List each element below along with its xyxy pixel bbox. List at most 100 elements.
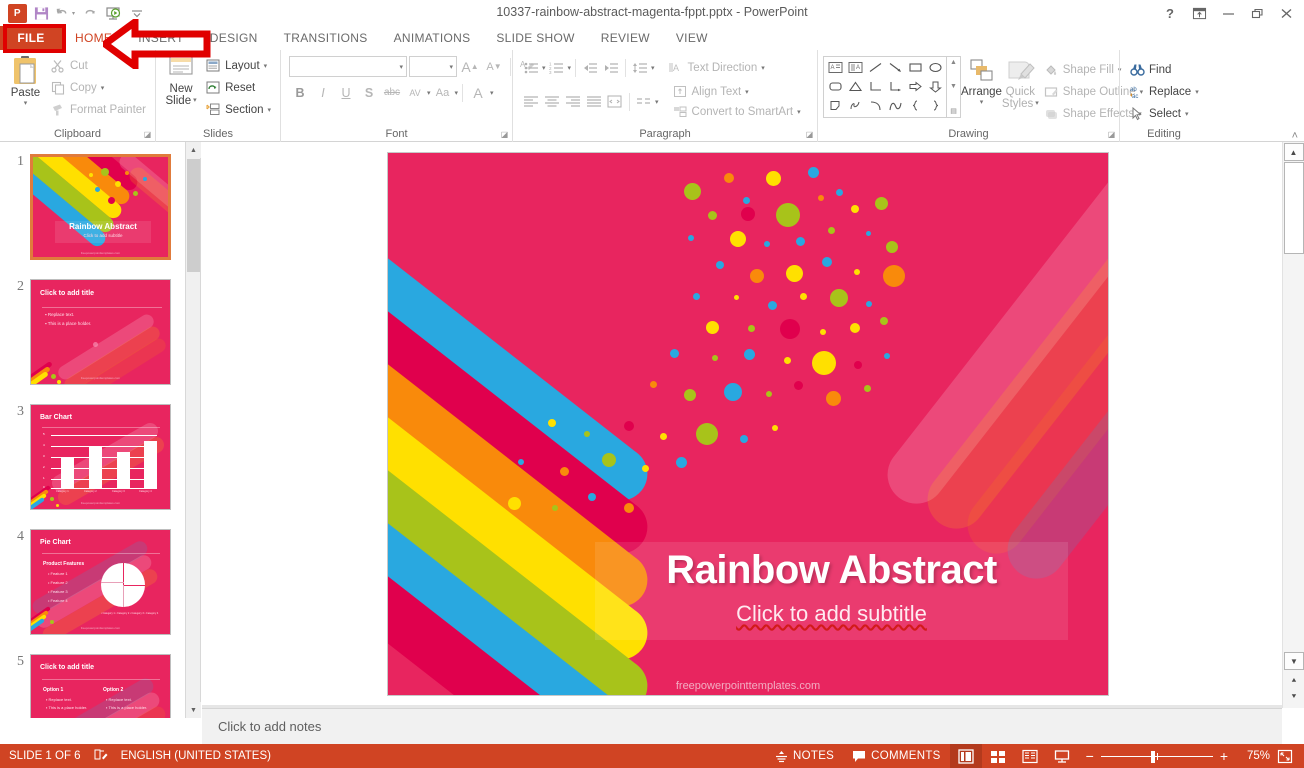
normal-view-button[interactable] bbox=[950, 744, 982, 768]
shape-curve[interactable] bbox=[885, 96, 905, 115]
thumbnail-pane-scrollbar[interactable]: ▲ ▼ bbox=[186, 142, 201, 718]
drawing-dialog-launcher[interactable]: ◪ bbox=[1107, 130, 1116, 139]
tab-design[interactable]: DESIGN bbox=[197, 26, 271, 50]
shape-elbow-connector[interactable] bbox=[865, 77, 885, 96]
thumbnail-scrollbar-thumb[interactable] bbox=[187, 159, 200, 272]
thumbnail-slide-3[interactable]: 3 Bar Chart bbox=[8, 404, 171, 510]
restore-button[interactable] bbox=[1243, 2, 1271, 24]
line-spacing-button[interactable] bbox=[630, 58, 650, 78]
vertical-scrollbar-thumb[interactable] bbox=[1284, 162, 1304, 254]
shape-right-arrow[interactable] bbox=[905, 77, 925, 96]
font-color-button[interactable]: A bbox=[467, 82, 489, 103]
add-columns-button[interactable] bbox=[634, 92, 654, 112]
layout-button[interactable]: Layout ▾ bbox=[201, 55, 275, 76]
zoom-level[interactable]: 75% bbox=[1236, 750, 1270, 762]
shape-down-arrow[interactable] bbox=[925, 77, 945, 96]
shape-arrow[interactable] bbox=[885, 58, 905, 77]
slide-subtitle-placeholder[interactable]: Click to add subtitle bbox=[595, 601, 1068, 627]
shape-arc[interactable] bbox=[865, 96, 885, 115]
thumbnail-scroll-up-icon[interactable]: ▲ bbox=[186, 142, 201, 158]
tab-insert[interactable]: INSERT bbox=[125, 26, 197, 50]
thumbnail-slide-5[interactable]: 5 Click to add title Option 1 ▪ Replace … bbox=[8, 654, 171, 718]
tab-slide-show[interactable]: SLIDE SHOW bbox=[483, 26, 587, 50]
copy-button[interactable]: Copy ▾ bbox=[46, 77, 150, 98]
numbering-button[interactable]: 123 bbox=[547, 58, 567, 78]
thumbnail-scroll-down-icon[interactable]: ▼ bbox=[186, 702, 201, 718]
shape-vertical-text-box[interactable]: A bbox=[845, 58, 865, 77]
zoom-slider[interactable] bbox=[1101, 750, 1213, 762]
comments-button[interactable]: COMMENTS bbox=[843, 744, 949, 768]
shapes-gallery-scroll[interactable]: ▲ ▼ ▤ bbox=[947, 56, 961, 118]
gallery-more-icon[interactable]: ▤ bbox=[950, 107, 957, 115]
ribbon-display-options-icon[interactable] bbox=[1185, 2, 1213, 24]
columns-button[interactable] bbox=[605, 92, 625, 112]
tab-view[interactable]: VIEW bbox=[663, 26, 721, 50]
text-direction-button[interactable]: A Text Direction ▾ bbox=[664, 57, 769, 78]
align-center-button[interactable] bbox=[542, 92, 562, 112]
thumbnail-slide-4[interactable]: 4 Pie Chart Product Features • Feature 1… bbox=[8, 529, 171, 635]
fit-slide-to-window-button[interactable] bbox=[1270, 744, 1300, 768]
next-slide-button[interactable]: ⯆ bbox=[1284, 689, 1304, 704]
text-shadow-button[interactable]: S bbox=[358, 82, 380, 103]
tab-home[interactable]: HOME bbox=[62, 26, 125, 50]
quick-styles-button[interactable]: Quick Styles ▾ bbox=[1002, 56, 1039, 110]
language-indicator[interactable]: ENGLISH (UNITED STATES) bbox=[121, 750, 271, 762]
close-button[interactable] bbox=[1272, 2, 1300, 24]
thumbnail-frame-5[interactable]: Click to add title Option 1 ▪ Replace te… bbox=[30, 654, 171, 718]
character-spacing-button[interactable]: AV bbox=[404, 82, 426, 103]
select-button[interactable]: Select ▾ bbox=[1125, 103, 1203, 124]
shape-text-box[interactable]: A bbox=[825, 58, 845, 77]
thumbnail-frame-3[interactable]: Bar Chart 5 4 bbox=[30, 404, 171, 510]
section-button[interactable]: Section ▾ bbox=[201, 99, 275, 120]
find-button[interactable]: Find bbox=[1125, 59, 1203, 80]
gallery-scroll-up-icon[interactable]: ▲ bbox=[950, 59, 957, 66]
slide-thumbnail-pane[interactable]: 1 bbox=[0, 142, 186, 718]
decrease-font-size-button[interactable]: A▼ bbox=[483, 56, 505, 77]
bold-button[interactable]: B bbox=[289, 82, 311, 103]
format-painter-button[interactable]: Format Painter bbox=[46, 99, 150, 120]
bullets-button[interactable] bbox=[521, 58, 541, 78]
gallery-scroll-down-icon[interactable]: ▼ bbox=[950, 83, 957, 90]
shape-freeform[interactable] bbox=[845, 96, 865, 115]
zoom-in-button[interactable]: + bbox=[1220, 748, 1228, 764]
paragraph-dialog-launcher[interactable]: ◪ bbox=[805, 130, 814, 139]
notes-button[interactable]: NOTES bbox=[766, 744, 843, 768]
paste-button[interactable]: Paste ▾ bbox=[5, 53, 46, 107]
replace-button[interactable]: abac Replace ▾ bbox=[1125, 81, 1203, 102]
shape-left-brace[interactable] bbox=[905, 96, 925, 115]
shape-oval[interactable] bbox=[925, 58, 945, 77]
shape-triangle[interactable] bbox=[845, 77, 865, 96]
font-name-combo[interactable]: ▾ bbox=[289, 56, 407, 77]
thumbnail-frame-4[interactable]: Pie Chart Product Features • Feature 1 •… bbox=[30, 529, 171, 635]
tab-file[interactable]: FILE bbox=[0, 26, 62, 50]
collapse-ribbon-button[interactable]: ˄ bbox=[1292, 130, 1298, 142]
thumbnail-slide-2[interactable]: 2 Click to add title ▪ Replace text. ▪ T… bbox=[8, 279, 171, 385]
font-dialog-launcher[interactable]: ◪ bbox=[500, 130, 509, 139]
font-size-combo[interactable]: ▾ bbox=[409, 56, 457, 77]
zoom-out-button[interactable]: − bbox=[1086, 748, 1094, 764]
shapes-gallery[interactable]: A A bbox=[823, 56, 947, 118]
zoom-slider-handle[interactable] bbox=[1151, 751, 1155, 763]
decrease-indent-button[interactable] bbox=[580, 58, 600, 78]
slide-sorter-view-button[interactable] bbox=[982, 744, 1014, 768]
spell-check-icon[interactable] bbox=[93, 748, 109, 765]
italic-button[interactable]: I bbox=[312, 82, 334, 103]
justify-button[interactable] bbox=[584, 92, 604, 112]
tab-review[interactable]: REVIEW bbox=[588, 26, 663, 50]
zoom-control[interactable]: − + bbox=[1078, 748, 1236, 764]
slide-vertical-scrollbar[interactable]: ▲ ▼ ⯅ ⯆ bbox=[1282, 142, 1304, 708]
minimize-button[interactable] bbox=[1214, 2, 1242, 24]
tab-animations[interactable]: ANIMATIONS bbox=[381, 26, 484, 50]
clipboard-dialog-launcher[interactable]: ◪ bbox=[143, 130, 152, 139]
current-slide[interactable]: Rainbow Abstract Click to add subtitle f… bbox=[388, 153, 1108, 695]
arrange-button[interactable]: Arrange ▾ bbox=[961, 56, 1002, 106]
align-left-button[interactable] bbox=[521, 92, 541, 112]
scroll-up-icon[interactable]: ▲ bbox=[1284, 143, 1304, 161]
change-case-button[interactable]: Aa bbox=[432, 82, 454, 103]
reading-view-button[interactable] bbox=[1014, 744, 1046, 768]
underline-button[interactable]: U bbox=[335, 82, 357, 103]
tab-transitions[interactable]: TRANSITIONS bbox=[271, 26, 381, 50]
increase-font-size-button[interactable]: A▲ bbox=[459, 56, 481, 77]
shape-elbow-arrow-connector[interactable] bbox=[885, 77, 905, 96]
thumbnail-slide-1[interactable]: 1 bbox=[8, 154, 171, 260]
